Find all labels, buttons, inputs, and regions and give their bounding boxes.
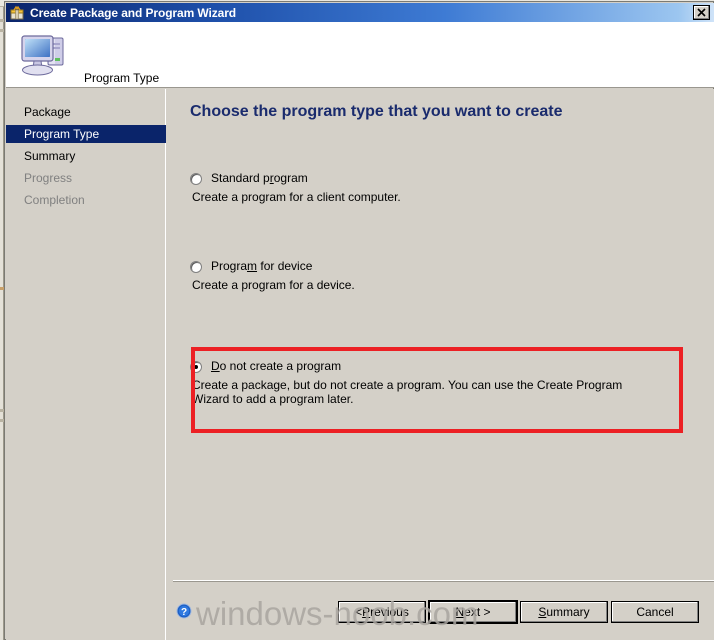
content-heading: Choose the program type that you want to… — [190, 103, 563, 120]
sidebar-item-label: Summary — [24, 149, 76, 163]
svg-text:?: ? — [181, 607, 187, 618]
button-accelerator: N — [455, 605, 465, 619]
sidebar-item-progress: Progress — [6, 169, 166, 187]
title-bar: Create Package and Program Wizard — [6, 3, 714, 22]
cancel-button[interactable]: Cancel — [611, 601, 699, 623]
label-part: Progra — [211, 259, 248, 273]
sidebar-item-package[interactable]: Package — [6, 103, 166, 121]
label-part: ogram — [273, 171, 308, 185]
close-icon[interactable] — [693, 5, 710, 20]
help-question-icon[interactable]: ? — [176, 603, 192, 619]
label-accelerator: m — [247, 259, 258, 273]
button-label-part: ummary — [546, 605, 590, 619]
sidebar-item-label: Package — [24, 105, 71, 119]
sidebar-item-label: Progress — [24, 171, 73, 185]
button-label-part: < — [355, 605, 363, 619]
create-package-and-program-wizard-window: Create Package and Program Wizard Progra… — [4, 1, 714, 640]
option-description-standard-program: Create a program for a client computer. — [192, 190, 401, 204]
sidebar-item-program-type[interactable]: Program Type — [6, 125, 166, 143]
option-description-program-for-device: Create a program for a device. — [192, 278, 355, 292]
page-title: Program Type — [84, 71, 160, 85]
option-standard-program: Standard program Create a program for a … — [190, 171, 690, 204]
button-label-part: Cancel — [636, 605, 674, 619]
label-part: Standard p — [211, 171, 270, 185]
radio-standard-program[interactable] — [190, 173, 202, 185]
window-title: Create Package and Program Wizard — [30, 5, 237, 20]
sidebar-item-completion: Completion — [6, 191, 166, 209]
summary-button[interactable]: Summary — [520, 601, 608, 623]
previous-button[interactable]: < Previous — [338, 601, 426, 623]
footer-separator — [173, 580, 714, 582]
package-wizard-icon — [9, 5, 25, 21]
label-part: for device — [257, 259, 313, 273]
wizard-step-sidebar: Package Program Type Summary Progress Co… — [6, 89, 166, 640]
radio-program-for-device[interactable] — [190, 261, 202, 273]
close-x-glyph — [697, 8, 706, 17]
wizard-content-pane: Choose the program type that you want to… — [173, 89, 714, 640]
next-button[interactable]: Next > — [429, 601, 517, 623]
option-description-do-not-create-a-program: Create a package, but do not create a pr… — [192, 378, 623, 406]
sidebar-item-summary[interactable]: Summary — [6, 147, 166, 165]
option-row: Standard program — [190, 171, 690, 185]
option-label-do-not-create-a-program[interactable]: Do not create a program — [211, 359, 341, 373]
option-label-standard-program[interactable]: Standard program — [211, 171, 308, 185]
label-accelerator: D — [211, 359, 220, 373]
sidebar-item-label: Program Type — [24, 127, 100, 141]
button-label-part: ext > — [464, 605, 491, 619]
option-label-program-for-device[interactable]: Program for device — [211, 259, 312, 273]
option-do-not-create-a-program: Do not create a program Create a package… — [190, 359, 690, 406]
radio-do-not-create-a-program[interactable] — [190, 361, 202, 373]
sidebar-item-label: Completion — [24, 193, 85, 207]
button-label-part: revious — [370, 605, 409, 619]
option-row: Program for device — [190, 259, 690, 273]
option-program-for-device: Program for device Create a program for … — [190, 259, 690, 292]
label-part: o not create a program — [219, 359, 342, 373]
option-row: Do not create a program — [190, 359, 690, 373]
wizard-header: Program Type — [6, 22, 714, 88]
wizard-body: Package Program Type Summary Progress Co… — [6, 89, 714, 640]
computer-icon — [18, 30, 70, 78]
button-accelerator: S — [538, 605, 547, 619]
button-accelerator: P — [362, 605, 371, 619]
